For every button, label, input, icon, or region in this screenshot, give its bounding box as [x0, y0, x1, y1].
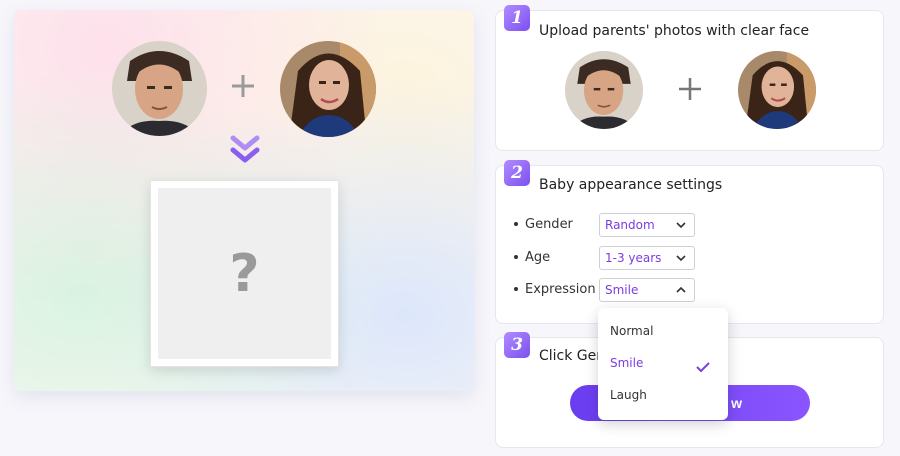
step1-title: Upload parents' photos with clear face — [539, 23, 810, 39]
step1-badge: 1 — [504, 5, 530, 31]
step3-title: Click Gen — [539, 348, 606, 364]
question-mark-icon: ? — [229, 243, 260, 304]
chevron-up-icon — [676, 284, 686, 299]
age-select[interactable]: 1-3 years — [599, 246, 695, 270]
step1-card: 1 Upload parents' photos with clear face — [495, 5, 884, 151]
check-icon — [696, 358, 710, 377]
preview-panel: ? — [14, 10, 474, 391]
dropdown-option-smile[interactable]: Smile — [610, 356, 643, 370]
chevron-down-icon — [676, 252, 686, 267]
step2-card: 2 Baby appearance settings Gender Random… — [495, 160, 884, 324]
expression-value: Smile — [605, 283, 639, 297]
chevron-down-icon — [676, 219, 686, 234]
expression-dropdown-menu: Normal Smile Laugh — [598, 308, 728, 420]
step2-title: Baby appearance settings — [539, 177, 723, 193]
expression-label: Expression — [514, 282, 596, 297]
dropdown-option-normal[interactable]: Normal — [610, 324, 653, 338]
father-upload-photo[interactable] — [565, 51, 643, 129]
chevron-down-double-icon — [230, 134, 260, 170]
mother-upload-photo[interactable] — [738, 51, 816, 129]
gender-value: Random — [605, 218, 655, 232]
expression-select[interactable]: Smile — [599, 278, 695, 302]
age-value: 1-3 years — [605, 251, 662, 265]
step3-badge: 3 — [504, 332, 530, 358]
mother-photo — [280, 41, 376, 137]
plus-icon — [678, 77, 702, 105]
father-photo — [112, 41, 207, 136]
gender-select[interactable]: Random — [599, 213, 695, 237]
generate-button-label: w — [731, 395, 742, 411]
gender-label: Gender — [514, 217, 573, 232]
plus-icon — [230, 73, 256, 103]
age-label: Age — [514, 250, 550, 265]
step2-badge: 2 — [504, 160, 530, 186]
baby-result-placeholder: ? — [150, 180, 339, 367]
dropdown-option-laugh[interactable]: Laugh — [610, 388, 647, 402]
